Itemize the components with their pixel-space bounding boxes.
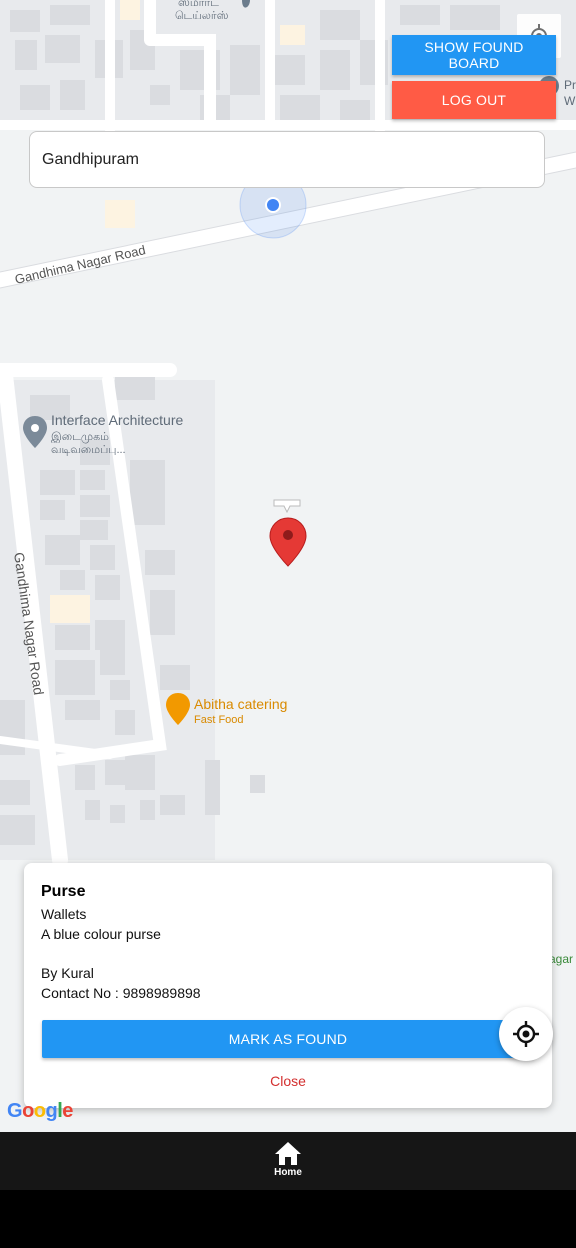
- home-icon: [275, 1142, 301, 1165]
- google-logo: Google: [7, 1100, 73, 1122]
- svg-text:Pr: Pr: [564, 78, 576, 92]
- item-detail-card: Purse Wallets A blue colour purse By Kur…: [24, 863, 552, 1108]
- close-button[interactable]: Close: [24, 1073, 552, 1089]
- gps-target-icon: [513, 1021, 539, 1047]
- svg-text:agar: agar: [549, 952, 573, 966]
- logout-button[interactable]: LOG OUT: [392, 81, 556, 119]
- poi-catering-label: Abitha catering: [194, 696, 287, 712]
- bottom-navigation: Home: [0, 1132, 576, 1190]
- svg-text:வடிவமைப்பு...: வடிவமைப்பு...: [51, 444, 126, 456]
- poi-architecture-label: Interface Architecture: [51, 412, 184, 428]
- svg-text:இடைமுகம்: இடைமுகம்: [51, 431, 109, 443]
- nav-home[interactable]: Home: [258, 1140, 318, 1186]
- item-description: A blue colour purse: [41, 926, 161, 942]
- item-title: Purse: [41, 883, 86, 900]
- mark-as-found-button[interactable]: MARK AS FOUND: [42, 1020, 534, 1058]
- svg-text:ஸ்மார்ட்: ஸ்மார்ட்: [178, 0, 219, 9]
- show-found-board-button[interactable]: SHOW FOUND BOARD: [392, 35, 556, 75]
- system-bar: [0, 1190, 576, 1248]
- locate-me-button[interactable]: [499, 1007, 553, 1061]
- item-owner: By Kural: [41, 965, 94, 981]
- svg-text:W: W: [564, 94, 576, 108]
- svg-text:Fast Food: Fast Food: [194, 714, 244, 726]
- nav-home-label: Home: [274, 1167, 302, 1178]
- item-category: Wallets: [41, 906, 87, 922]
- location-search-input[interactable]: [29, 131, 545, 188]
- item-contact: Contact No : 9898989898: [41, 985, 201, 1001]
- svg-text:டெய்லர்ஸ்: டெய்லர்ஸ்: [175, 10, 229, 22]
